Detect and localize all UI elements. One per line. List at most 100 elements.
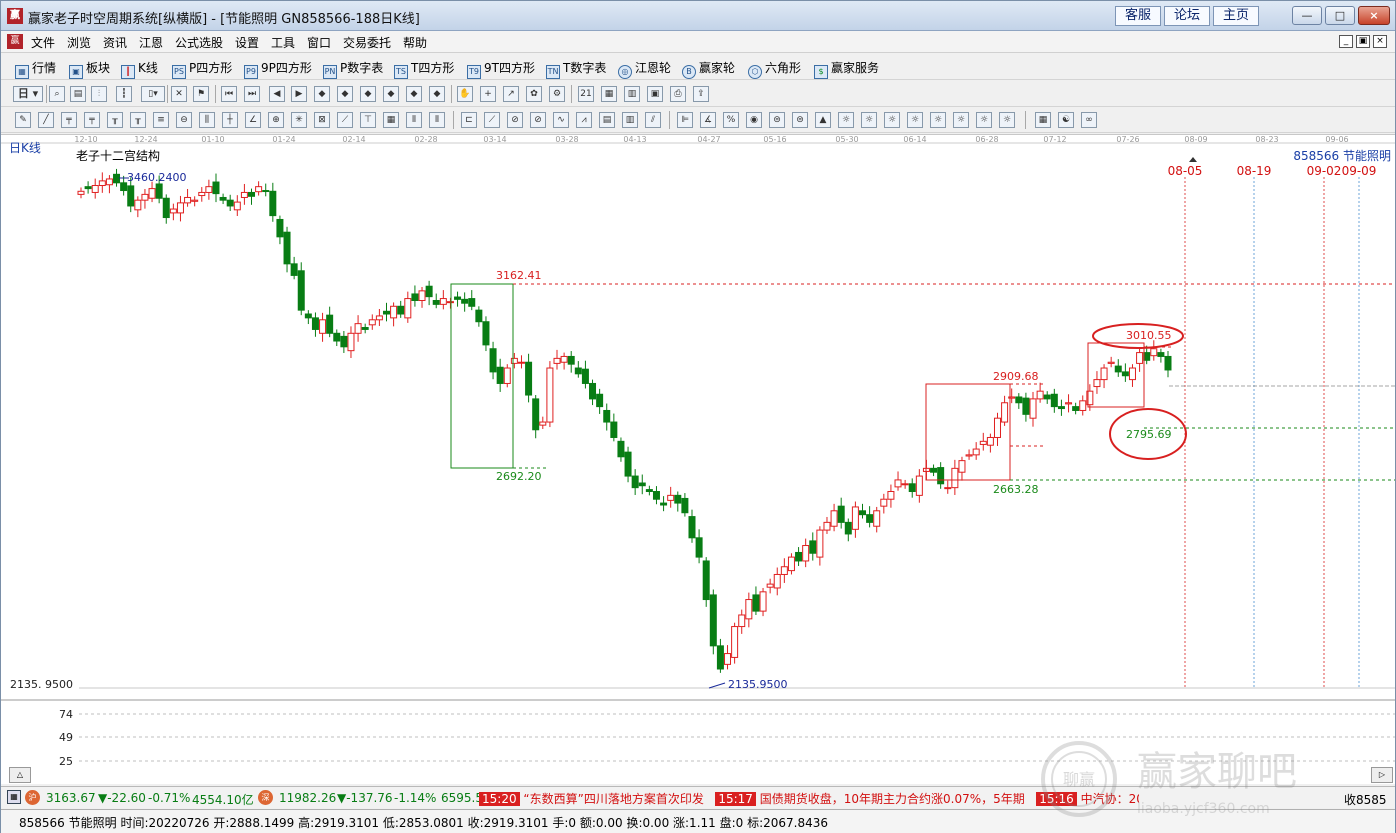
tool-angle-icon[interactable]: ∠ bbox=[245, 112, 261, 128]
tool-fork4-icon[interactable]: ╥ bbox=[130, 112, 146, 128]
bars-icon[interactable]: ┇ bbox=[116, 86, 132, 102]
tool-sun4-icon[interactable]: ☼ bbox=[907, 112, 923, 128]
toolbar-hexagon-button[interactable]: ⬡ 六角形 bbox=[748, 59, 801, 79]
tool-circle-icon[interactable]: ⊖ bbox=[176, 112, 192, 128]
tool-sun7-icon[interactable]: ☼ bbox=[976, 112, 992, 128]
tool-ray-icon[interactable]: ⟋ bbox=[337, 112, 353, 128]
menu-settings[interactable]: 设置 bbox=[235, 34, 259, 51]
menu-browse[interactable]: 浏览 bbox=[67, 34, 91, 51]
tool-vline-icon[interactable]: ┼ bbox=[222, 112, 238, 128]
cross-icon[interactable]: + bbox=[480, 86, 496, 102]
yin-yang-icon[interactable]: ☯ bbox=[1058, 112, 1074, 128]
percent-icon[interactable]: % bbox=[723, 112, 739, 128]
tool-lines2-icon[interactable]: ⫴ bbox=[429, 112, 445, 128]
tool-channel-icon[interactable]: ⊏ bbox=[461, 112, 477, 128]
tool-sun5-icon[interactable]: ☼ bbox=[930, 112, 946, 128]
toolbar-t-square-button[interactable]: TS T四方形 bbox=[394, 59, 454, 79]
shift-down-icon[interactable]: ◆ bbox=[337, 86, 353, 102]
forum-link[interactable]: 论坛 bbox=[1164, 6, 1210, 26]
select-icon-2[interactable]: ⚙ bbox=[549, 86, 565, 102]
save-icon[interactable]: ▣ bbox=[647, 86, 663, 102]
news-headline[interactable]: 国债期货收盘，10年期主力合约涨0.07%，5年期 bbox=[760, 792, 1025, 806]
mdi-restore-button[interactable]: ▣ bbox=[1356, 35, 1370, 48]
tool-fork2-icon[interactable]: ╤ bbox=[84, 112, 100, 128]
select-icon[interactable]: ✿ bbox=[526, 86, 542, 102]
tool-ruler-icon[interactable]: ⊫ bbox=[677, 112, 693, 128]
tool-angle2-icon[interactable]: ∡ bbox=[700, 112, 716, 128]
tool-time-icon[interactable]: ⫼ bbox=[199, 112, 215, 128]
menu-news[interactable]: 资讯 bbox=[103, 34, 127, 51]
menu-tools[interactable]: 工具 bbox=[271, 34, 295, 51]
mdi-close-button[interactable]: × bbox=[1373, 35, 1387, 48]
tool-star-icon[interactable]: ✳ bbox=[291, 112, 307, 128]
draw-line-icon[interactable]: ↗ bbox=[503, 86, 519, 102]
customer-service-link[interactable]: 客服 bbox=[1115, 6, 1161, 26]
tool-table2-icon[interactable]: ▥ bbox=[622, 112, 638, 128]
toolbar-kline-button[interactable]: ┃ K线 bbox=[121, 59, 158, 79]
calendar-icon[interactable]: 21 bbox=[578, 86, 594, 102]
coin-icon[interactable]: ◉ bbox=[746, 112, 762, 128]
prev-icon[interactable]: ◀ bbox=[269, 86, 285, 102]
menu-help[interactable]: 帮助 bbox=[403, 34, 427, 51]
zoom-icon[interactable]: ⌕ bbox=[49, 86, 65, 102]
tool-sun6-icon[interactable]: ☼ bbox=[953, 112, 969, 128]
toolbar-winner-wheel-button[interactable]: B 赢家轮 bbox=[682, 59, 735, 79]
zoom-in-icon[interactable]: ◆ bbox=[406, 86, 422, 102]
kline-chart[interactable]: 12-10 12-24 01-10 01-24 02-14 02-28 03-14 03-28… bbox=[1, 134, 1395, 784]
menu-trade[interactable]: 交易委托 bbox=[343, 34, 391, 51]
news-ticker[interactable]: 15:20 “东数西算”四川落地方案首次印发 15:17 国债期货收盘，10年期… bbox=[479, 790, 1139, 806]
coin3-icon[interactable]: ⊜ bbox=[792, 112, 808, 128]
tool-bracket-icon[interactable]: ⊤ bbox=[360, 112, 376, 128]
close-button[interactable]: × bbox=[1358, 6, 1390, 25]
scroll-right-button[interactable]: ▷ bbox=[1371, 767, 1393, 783]
notebook-icon[interactable]: ▥ bbox=[624, 86, 640, 102]
tool-sun2-icon[interactable]: ☼ bbox=[861, 112, 877, 128]
news-headline[interactable]: “东数西算”四川落地方案首次印发 bbox=[523, 792, 703, 806]
tool-fork-icon[interactable]: ╤ bbox=[61, 112, 77, 128]
hand-icon[interactable]: ✋ bbox=[457, 86, 473, 102]
sz-index-value[interactable]: 11982.26 bbox=[279, 791, 336, 805]
expand-icon[interactable]: ◆ bbox=[360, 86, 376, 102]
tool-wave-icon[interactable]: ∿ bbox=[553, 112, 569, 128]
tool-grid-icon[interactable]: ⊠ bbox=[314, 112, 330, 128]
maximize-button[interactable]: □ bbox=[1325, 6, 1355, 25]
toolbar-9t-square-button[interactable]: T9 9T四方形 bbox=[467, 59, 535, 79]
mdi-minimize-button[interactable]: _ bbox=[1339, 35, 1353, 48]
flag-icon[interactable]: ⚑ bbox=[193, 86, 209, 102]
toolbar-sectors-button[interactable]: ▣ 板块 bbox=[69, 59, 110, 79]
tool-zigzag-icon[interactable]: ⩘ bbox=[576, 112, 592, 128]
tool-fib-icon[interactable]: ≡ bbox=[153, 112, 169, 128]
toolbar-p-square-button[interactable]: PS P四方形 bbox=[172, 59, 232, 79]
toolbar-quotes-button[interactable]: ▦ 行情 bbox=[15, 59, 56, 79]
export-icon[interactable]: ⇪ bbox=[693, 86, 709, 102]
toolbar-9p-square-button[interactable]: P9 9P四方形 bbox=[244, 59, 312, 79]
menu-window[interactable]: 窗口 bbox=[307, 34, 331, 51]
period-select[interactable]: 日 ▾ bbox=[13, 86, 43, 102]
tool-gann-box-icon[interactable]: ⊘ bbox=[507, 112, 523, 128]
pen-icon[interactable]: ✎ bbox=[15, 112, 31, 128]
tool-pyramid-icon[interactable]: ▲ bbox=[815, 112, 831, 128]
scroll-up-button[interactable]: △ bbox=[9, 767, 31, 783]
calculator-icon[interactable]: ▦ bbox=[601, 86, 617, 102]
sh-index-value[interactable]: 3163.67 bbox=[46, 791, 96, 805]
minimize-button[interactable]: — bbox=[1292, 6, 1322, 25]
zoom-out-icon[interactable]: ◆ bbox=[429, 86, 445, 102]
tool-box-icon[interactable]: ▦ bbox=[383, 112, 399, 128]
tool-sun-icon[interactable]: ☼ bbox=[838, 112, 854, 128]
coin2-icon[interactable]: ⊜ bbox=[769, 112, 785, 128]
toolbar-service-button[interactable]: $ 赢家服务 bbox=[814, 59, 879, 79]
infinity-icon[interactable]: ∞ bbox=[1081, 112, 1097, 128]
news-headline[interactable]: 中汽协：2022年度新 bbox=[1081, 792, 1139, 806]
menu-gann[interactable]: 江恩 bbox=[139, 34, 163, 51]
tool-line-icon[interactable]: ╱ bbox=[38, 112, 54, 128]
indicator-icon[interactable]: ⫶ bbox=[91, 86, 107, 102]
shift-up-icon[interactable]: ◆ bbox=[314, 86, 330, 102]
shrink-icon[interactable]: ◆ bbox=[383, 86, 399, 102]
candle-type-icon[interactable]: ▯▾ bbox=[141, 86, 165, 102]
next-icon[interactable]: ▶ bbox=[291, 86, 307, 102]
toolbar-p-number-button[interactable]: PN P数字表 bbox=[323, 59, 383, 79]
tool-spiral-icon[interactable]: ⊕ bbox=[268, 112, 284, 128]
tool-gann-grid-icon[interactable]: ⊘ bbox=[530, 112, 546, 128]
toolbar-t-number-button[interactable]: TN T数字表 bbox=[546, 59, 606, 79]
tool-table-icon[interactable]: ▤ bbox=[599, 112, 615, 128]
